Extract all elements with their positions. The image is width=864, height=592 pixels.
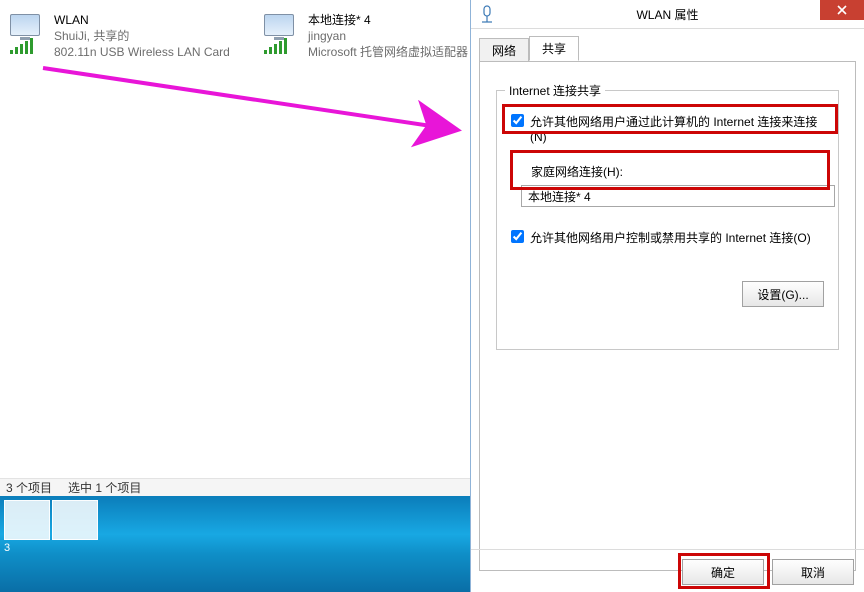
sharing-tab-pane: Internet 连接共享 允许其他网络用户通过此计算机的 Internet 连… [479, 61, 856, 571]
allow-control-row: 允许其他网络用户控制或禁用共享的 Internet 连接(O) [511, 229, 824, 246]
item-count: 3 个项目 [6, 479, 52, 496]
selected-count: 选中 1 个项目 [68, 479, 141, 496]
allow-control-label: 允许其他网络用户控制或禁用共享的 Internet 连接(O) [530, 229, 811, 246]
ok-button[interactable]: 确定 [682, 559, 764, 585]
settings-button[interactable]: 设置(G)... [742, 281, 824, 307]
close-button[interactable] [820, 0, 864, 20]
tab-strip: 网络 共享 [471, 29, 864, 61]
groupbox-legend: Internet 连接共享 [505, 82, 605, 99]
allow-control-checkbox[interactable] [511, 230, 524, 243]
home-network-select[interactable]: 本地连接* 4 [521, 185, 835, 207]
tab-network[interactable]: 网络 [479, 38, 529, 62]
connection-status: jingyan [308, 28, 468, 44]
home-network-label: 家庭网络连接(H): [531, 163, 623, 180]
wifi-adapter-icon [8, 12, 48, 52]
allow-share-label: 允许其他网络用户通过此计算机的 Internet 连接来连接(N) [530, 113, 824, 144]
connection-device: 802.11n USB Wireless LAN Card [54, 44, 230, 60]
connection-name: 本地连接* 4 [308, 12, 468, 28]
taskbar: 3 [0, 496, 470, 592]
taskbar-badge: 3 [4, 542, 10, 554]
taskbar-tile[interactable] [4, 500, 50, 540]
connection-item-wlan[interactable]: WLAN ShuiJi, 共享的 802.11n USB Wireless LA… [8, 12, 258, 60]
home-network-value: 本地连接* 4 [528, 188, 591, 205]
allow-share-row: 允许其他网络用户通过此计算机的 Internet 连接来连接(N) [511, 113, 824, 144]
connection-device: Microsoft 托管网络虚拟适配器 [308, 44, 468, 60]
close-icon [837, 5, 847, 15]
ok-button-label: 确定 [711, 564, 735, 581]
wifi-adapter-icon [262, 12, 302, 52]
connection-status: ShuiJi, 共享的 [54, 28, 230, 44]
tab-sharing[interactable]: 共享 [529, 36, 579, 61]
allow-share-checkbox[interactable] [511, 114, 524, 127]
connection-name: WLAN [54, 12, 230, 28]
dialog-button-bar: 确定 取消 [471, 549, 864, 592]
dialog-title-bar[interactable]: WLAN 属性 [471, 0, 864, 29]
explorer-status-bar: 3 个项目 选中 1 个项目 [0, 478, 470, 496]
settings-button-label: 设置(G)... [757, 286, 808, 303]
cancel-button[interactable]: 取消 [772, 559, 854, 585]
wlan-properties-dialog: WLAN 属性 网络 共享 Internet 连接共享 允许其他网络用户通过此计… [470, 0, 864, 592]
cancel-button-label: 取消 [801, 564, 825, 581]
connection-item-local4[interactable]: 本地连接* 4 jingyan Microsoft 托管网络虚拟适配器 [262, 12, 472, 60]
taskbar-tile[interactable] [52, 500, 98, 540]
network-connections-pane: WLAN ShuiJi, 共享的 802.11n USB Wireless LA… [0, 0, 470, 592]
dialog-title: WLAN 属性 [471, 6, 864, 23]
ics-groupbox: Internet 连接共享 允许其他网络用户通过此计算机的 Internet 连… [496, 90, 839, 350]
